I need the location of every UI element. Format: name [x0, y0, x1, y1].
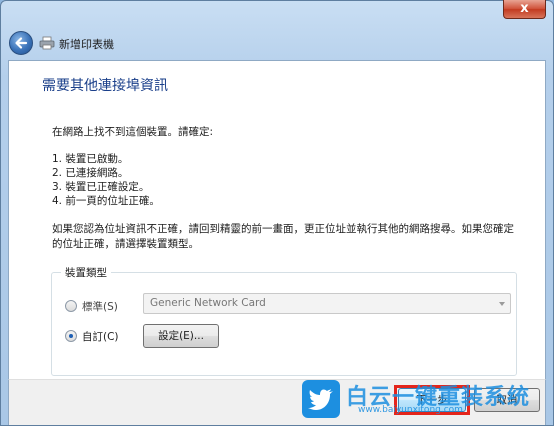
wizard-title: 新增印表機: [59, 38, 114, 51]
checklist-item: 4. 前一頁的位址正確。: [52, 195, 160, 207]
watermark-logo: [302, 380, 340, 418]
printer-icon: [39, 36, 55, 50]
custom-radio[interactable]: [65, 330, 77, 342]
settings-button[interactable]: 設定(E)...: [143, 324, 219, 348]
checklist-item: 1. 裝置已啟動。: [52, 153, 129, 165]
intro-text: 在網路上找不到這個裝置。請確定:: [52, 126, 214, 138]
wizard-header: 新增印表機: [7, 26, 547, 62]
device-type-group: [51, 272, 517, 376]
checklist-item: 2. 已連接網路。: [52, 167, 129, 179]
standard-device-select[interactable]: Generic Network Card: [143, 293, 511, 314]
standard-radio[interactable]: [65, 300, 77, 312]
explanation-text: 如果您認為位址資訊不正確，請回到精靈的前一畫面，更正位址並執行其他的網路搜尋。如…: [52, 223, 514, 250]
device-type-label: 裝置類型: [61, 265, 111, 280]
close-button[interactable]: x: [503, 0, 546, 19]
bird-icon: [308, 389, 333, 410]
checklist-item: 3. 裝置已正確設定。: [52, 181, 150, 193]
custom-radio-label[interactable]: 自訂(C): [82, 329, 119, 344]
standard-radio-label[interactable]: 標準(S): [82, 299, 118, 314]
arrow-left-icon: [15, 37, 28, 49]
content-panel: 需要其他連接埠資訊 在網路上找不到這個裝置。請確定: 1. 裝置已啟動。 2. …: [8, 60, 546, 380]
page-heading: 需要其他連接埠資訊: [42, 78, 168, 94]
standard-device-value: Generic Network Card: [150, 297, 266, 309]
chevron-down-icon: [499, 302, 505, 306]
checklist: 1. 裝置已啟動。 2. 已連接網路。 3. 裝置已正確設定。 4. 前一頁的位…: [52, 152, 160, 208]
watermark-url: www.baiyunxitong.com: [358, 405, 463, 415]
close-icon: x: [520, 1, 529, 16]
back-button[interactable]: [9, 31, 33, 55]
